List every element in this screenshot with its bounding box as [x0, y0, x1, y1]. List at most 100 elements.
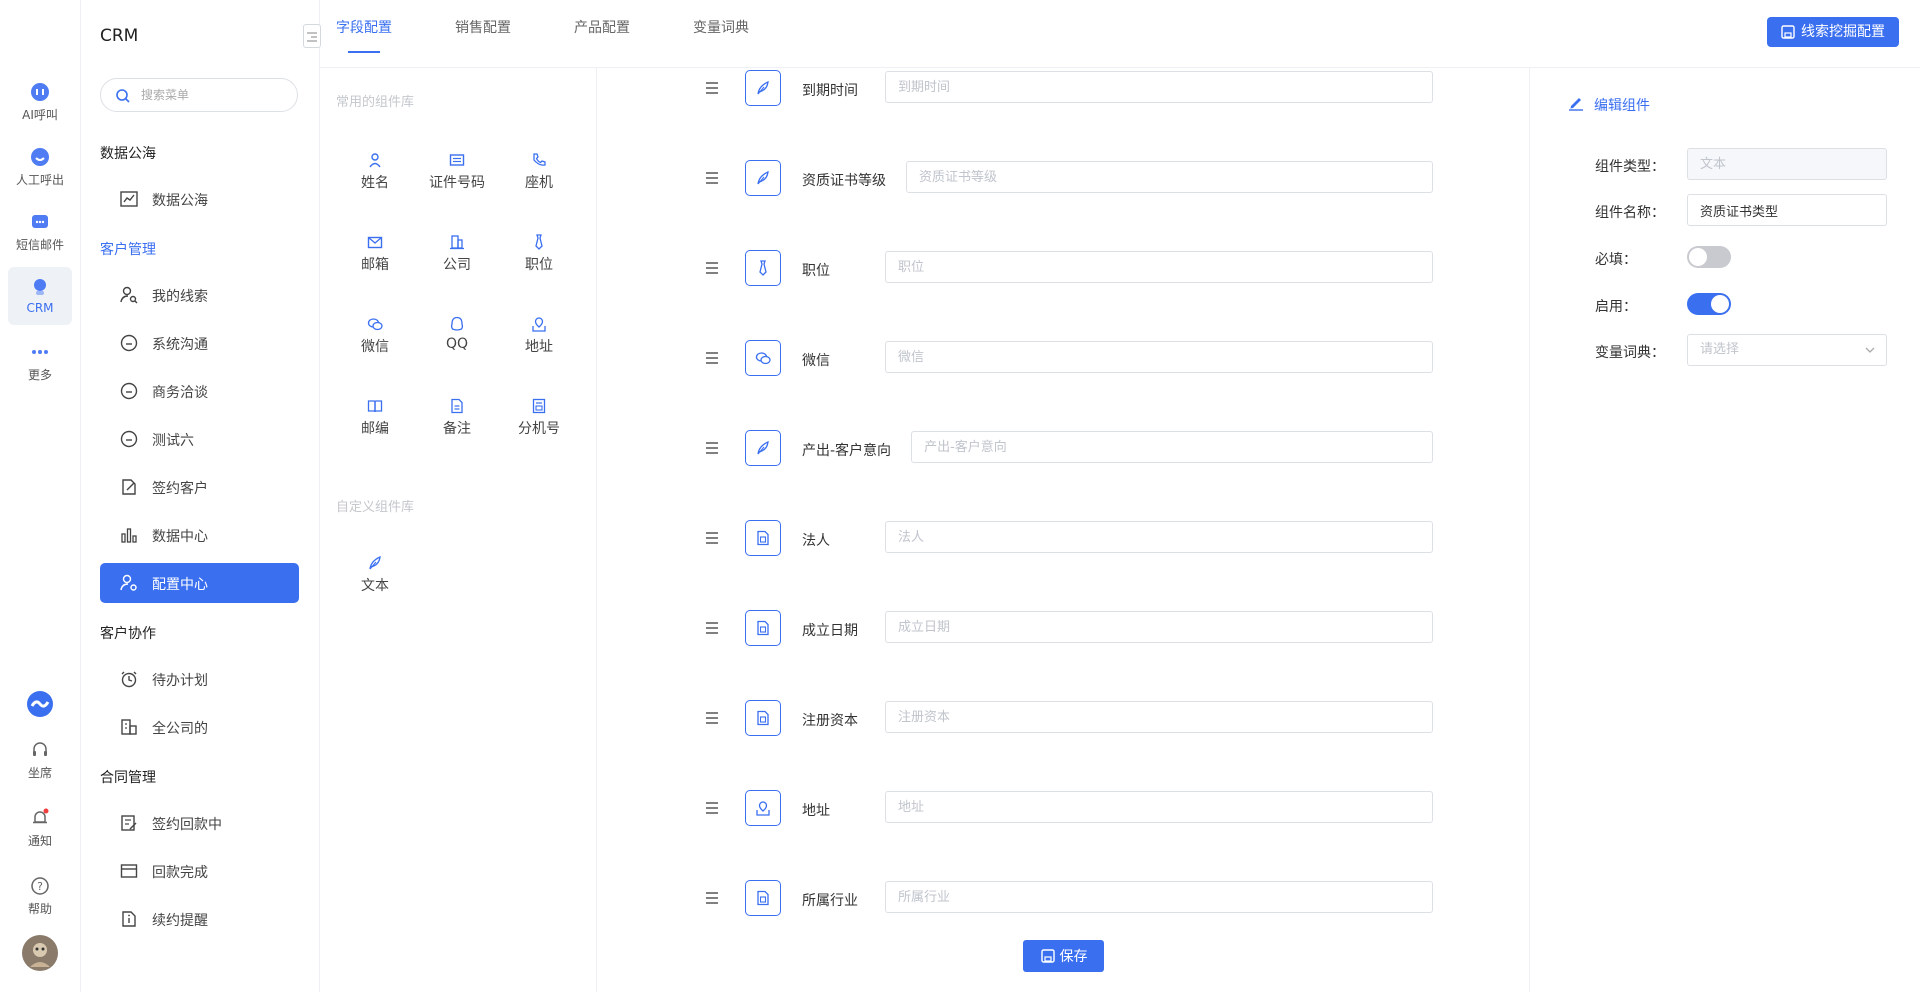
drag-handle-icon[interactable]	[704, 710, 720, 726]
drag-handle-icon[interactable]	[704, 80, 720, 96]
menu-item-business-talk[interactable]: 商务洽谈	[100, 371, 299, 411]
circle-minus-icon	[120, 334, 138, 352]
field-input[interactable]	[885, 611, 1433, 643]
menu-item-label: 配置中心	[152, 577, 208, 593]
tab-field-config[interactable]: 字段配置	[336, 17, 392, 37]
menu-item-test-six[interactable]: 测试六	[100, 419, 299, 459]
menu-item-data-pool[interactable]: 数据公海	[100, 179, 299, 219]
menu-item-config-center[interactable]: 配置中心	[100, 563, 299, 603]
component-id-number[interactable]: 证件号码	[422, 152, 492, 212]
tab-product-config[interactable]: 产品配置	[574, 17, 630, 37]
postcode-icon	[367, 400, 383, 413]
rail-item-crm[interactable]: CRM	[8, 267, 72, 325]
extension-icon	[532, 398, 546, 414]
save-button[interactable]: 保存	[1023, 940, 1104, 972]
component-text[interactable]: 文本	[340, 555, 410, 615]
field-label: 资质证书等级	[802, 173, 886, 189]
field-row[interactable]: 所属行业	[597, 878, 1530, 918]
field-row[interactable]: 产出-客户意向	[597, 428, 1530, 468]
field-input[interactable]	[885, 251, 1433, 283]
help-icon: ?	[31, 877, 49, 895]
drag-handle-icon[interactable]	[704, 800, 720, 816]
field-input[interactable]	[885, 521, 1433, 553]
field-row[interactable]: 职位	[597, 248, 1530, 288]
drag-handle-icon[interactable]	[704, 440, 720, 456]
menu-item-signed-customers[interactable]: 签约客户	[100, 467, 299, 507]
cloud-logo-icon[interactable]	[26, 690, 54, 718]
component-position[interactable]: 职位	[504, 234, 574, 294]
component-label: 证件号码	[429, 175, 485, 191]
component-name[interactable]: 姓名	[340, 152, 410, 212]
person-icon	[369, 153, 381, 168]
menu-item-company[interactable]: 全公司的	[100, 707, 299, 747]
drag-handle-icon[interactable]	[704, 260, 720, 276]
field-input[interactable]	[885, 701, 1433, 733]
field-input[interactable]	[885, 791, 1433, 823]
collapse-sidebar-button[interactable]	[303, 24, 321, 48]
field-row[interactable]: 注册资本	[597, 698, 1530, 738]
component-address[interactable]: 地址	[504, 316, 574, 376]
rail-item-seat[interactable]: 坐席	[8, 730, 72, 788]
rail-item-more[interactable]: 更多	[8, 332, 72, 390]
field-row[interactable]: 资质证书等级	[597, 158, 1530, 198]
drag-handle-icon[interactable]	[704, 530, 720, 546]
required-toggle[interactable]	[1687, 246, 1731, 268]
app-title: CRM	[100, 26, 139, 46]
rail-item-notify[interactable]: 通知	[8, 798, 72, 856]
svg-text:?: ?	[37, 880, 43, 893]
menu-item-payment-pending[interactable]: 签约回款中	[100, 803, 299, 843]
menu-item-todo[interactable]: 待办计划	[100, 659, 299, 699]
rail-item-help[interactable]: ? 帮助	[8, 866, 72, 924]
rail-item-sms-mail[interactable]: 短信邮件	[8, 202, 72, 260]
tab-sales-config[interactable]: 销售配置	[455, 17, 511, 37]
avatar[interactable]	[22, 935, 58, 971]
dict-label: 变量词典：	[1595, 345, 1665, 361]
id-card-icon	[449, 154, 465, 166]
enabled-toggle[interactable]	[1687, 293, 1731, 315]
search-input[interactable]	[141, 85, 291, 105]
wechat-icon	[755, 352, 771, 365]
component-name-field[interactable]	[1687, 194, 1887, 226]
field-row[interactable]: 到期时间	[597, 68, 1530, 108]
field-input[interactable]	[885, 341, 1433, 373]
menu-item-payment-done[interactable]: 回款完成	[100, 851, 299, 891]
field-row[interactable]: 地址	[597, 788, 1530, 828]
rail-item-ai-call[interactable]: AI呼叫	[8, 72, 72, 130]
drag-handle-icon[interactable]	[704, 620, 720, 636]
component-postcode[interactable]: 邮编	[340, 398, 410, 458]
rail-label: 坐席	[27, 766, 52, 780]
component-wechat[interactable]: 微信	[340, 316, 410, 376]
drag-handle-icon[interactable]	[704, 890, 720, 906]
field-input[interactable]	[885, 71, 1433, 103]
component-email[interactable]: 邮箱	[340, 234, 410, 294]
lead-mining-config-button[interactable]: 线索挖掘配置	[1767, 17, 1899, 47]
menu-item-renewal[interactable]: 续约提醒	[100, 899, 299, 939]
field-row[interactable]: 成立日期	[597, 608, 1530, 648]
edit-list-icon	[121, 815, 137, 831]
drag-handle-icon[interactable]	[704, 350, 720, 366]
component-qq[interactable]: QQ	[422, 316, 492, 376]
bar-chart-icon	[121, 528, 137, 543]
type-row: 组件类型：	[1595, 148, 1905, 182]
menu-search[interactable]	[100, 78, 298, 112]
variable-dict-select[interactable]: 请选择	[1687, 334, 1887, 366]
field-input[interactable]	[906, 161, 1433, 193]
edit-panel-title: 编辑组件	[1594, 98, 1650, 114]
drag-handle-icon[interactable]	[704, 170, 720, 186]
tab-variable-dict[interactable]: 变量词典	[693, 17, 749, 37]
menu-item-system-comm[interactable]: 系统沟通	[100, 323, 299, 363]
component-note[interactable]: 备注	[422, 398, 492, 458]
menu-item-data-center[interactable]: 数据中心	[100, 515, 299, 555]
component-extension[interactable]: 分机号	[504, 398, 574, 458]
component-company[interactable]: 公司	[422, 234, 492, 294]
field-input[interactable]	[911, 431, 1433, 463]
menu-item-my-leads[interactable]: 我的线索	[100, 275, 299, 315]
rail-item-manual-call[interactable]: 人工呼出	[8, 137, 72, 195]
component-landline[interactable]: 座机	[504, 152, 574, 212]
field-row[interactable]: 法人	[597, 518, 1530, 558]
name-label: 组件名称：	[1595, 205, 1665, 221]
field-row[interactable]: 微信	[597, 338, 1530, 378]
field-input[interactable]	[885, 881, 1433, 913]
menu-sidebar: CRM 数据公海 数据公海 客户管理 我的线索 系统沟通 商务洽谈 测试六 签约…	[81, 0, 320, 992]
menu-item-label: 签约客户	[152, 481, 208, 497]
